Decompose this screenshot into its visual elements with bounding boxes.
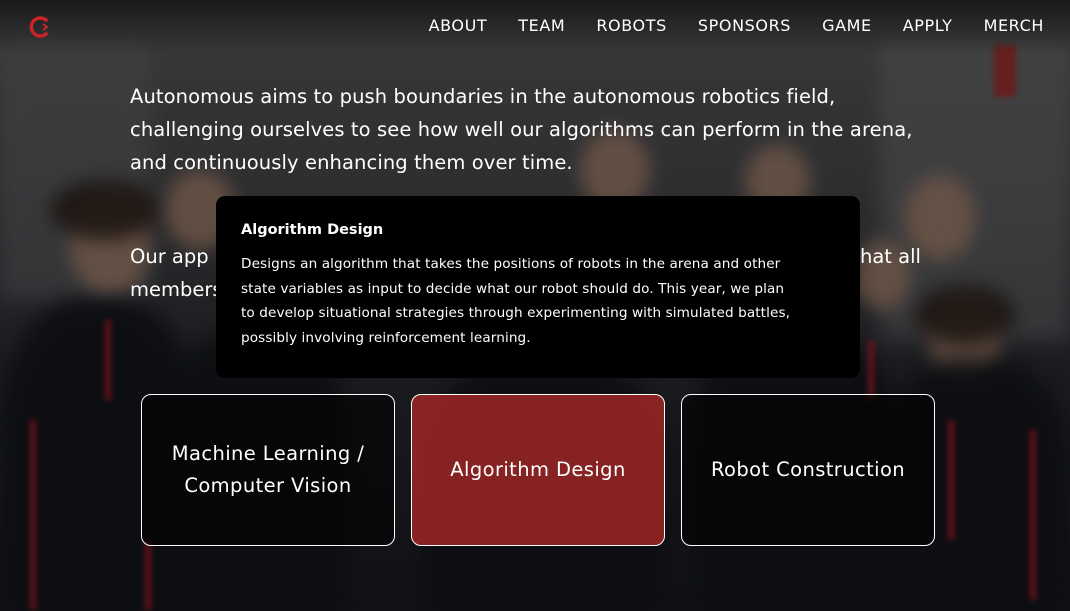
nav-link-team[interactable]: TEAM xyxy=(518,16,565,35)
algorithm-design-tooltip: Algorithm Design Designs an algorithm th… xyxy=(216,196,860,378)
intro-paragraph: Autonomous aims to push boundaries in th… xyxy=(130,80,930,179)
tooltip-body-line: possibly involving reinforcement learnin… xyxy=(241,329,531,346)
card-machine-learning[interactable]: Machine Learning / Computer Vision xyxy=(141,394,395,546)
card-label: Machine Learning / xyxy=(171,442,365,465)
card-robot-construction[interactable]: Robot Construction xyxy=(681,394,935,546)
approach-text: members xyxy=(130,278,223,301)
card-algorithm-design[interactable]: Algorithm Design xyxy=(411,394,665,546)
card-label: Computer Vision xyxy=(184,474,352,497)
tooltip-body-line: state variables as input to decide what … xyxy=(241,280,785,297)
top-nav: ABOUT TEAM ROBOTS SPONSORS GAME APPLY ME… xyxy=(0,0,1070,54)
approach-text: Our app xyxy=(130,245,209,268)
nav-link-merch[interactable]: MERCH xyxy=(984,16,1044,35)
nav-links: ABOUT TEAM ROBOTS SPONSORS GAME APPLY ME… xyxy=(429,16,1044,35)
nav-link-game[interactable]: GAME xyxy=(822,16,872,35)
tooltip-body: Designs an algorithm that takes the posi… xyxy=(241,252,834,350)
card-label: Robot Construction xyxy=(710,458,906,481)
nav-link-sponsors[interactable]: SPONSORS xyxy=(698,16,791,35)
team-logo-icon[interactable] xyxy=(26,14,52,40)
tooltip-body-line: Designs an algorithm that takes the posi… xyxy=(241,256,781,272)
nav-link-about[interactable]: ABOUT xyxy=(429,16,488,35)
intro-line: Autonomous aims to push boundaries in th… xyxy=(130,85,836,108)
intro-line: challenging ourselves to see how well ou… xyxy=(130,118,913,141)
tooltip-body-line: to develop situational strategies throug… xyxy=(241,305,791,322)
approach-text: hat all xyxy=(860,245,921,268)
intro-line: and continuously enhancing them over tim… xyxy=(130,151,573,174)
nav-link-apply[interactable]: APPLY xyxy=(903,16,953,35)
nav-link-robots[interactable]: ROBOTS xyxy=(596,16,667,35)
card-label: Algorithm Design xyxy=(450,458,626,481)
tooltip-title: Algorithm Design xyxy=(241,222,384,238)
